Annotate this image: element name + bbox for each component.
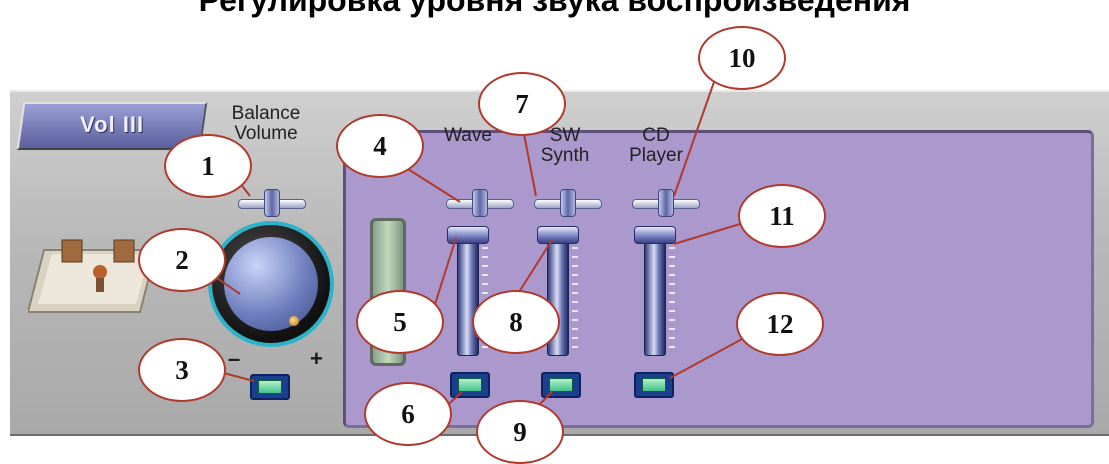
channel-label-cd: CD — [642, 125, 670, 146]
app-tab-label: Vol III — [80, 112, 145, 137]
channel-label-player: Player — [629, 145, 683, 166]
mute-led — [458, 378, 482, 392]
callout-1: 1 — [164, 134, 252, 198]
wave-volume-slider[interactable] — [457, 232, 479, 356]
synth-mute-button[interactable] — [541, 372, 581, 398]
slider-ticks — [572, 238, 578, 348]
volume-label: Volume — [234, 123, 298, 144]
callout-3: 3 — [138, 338, 226, 402]
stage-image-icon — [26, 232, 160, 316]
synth-balance-slider[interactable] — [534, 189, 602, 217]
cd-volume-slider[interactable] — [644, 232, 666, 356]
slider-thumb[interactable] — [658, 189, 674, 217]
cd-mute-button[interactable] — [634, 372, 674, 398]
slider-thumb[interactable] — [560, 189, 576, 217]
balance-label: Balance — [231, 103, 301, 124]
knob-face — [224, 237, 318, 331]
wave-volume-thumb[interactable] — [447, 226, 489, 244]
mute-led — [642, 378, 666, 392]
callout-9: 9 — [476, 400, 564, 464]
plus-label: + — [310, 346, 323, 371]
callout-12: 12 — [736, 292, 824, 356]
callout-4: 4 — [336, 114, 424, 178]
synth-volume-thumb[interactable] — [537, 226, 579, 244]
wave-balance-slider[interactable] — [446, 189, 514, 217]
slider-thumb[interactable] — [264, 189, 280, 217]
callout-8: 8 — [472, 290, 560, 354]
wave-mute-button[interactable] — [450, 372, 490, 398]
channel-label-wave: Wave — [444, 125, 492, 146]
slider-ticks — [669, 238, 675, 348]
mute-led — [258, 380, 282, 394]
callout-6: 6 — [364, 382, 452, 446]
master-balance-slider[interactable] — [238, 189, 306, 217]
cd-volume-thumb[interactable] — [634, 226, 676, 244]
cd-balance-slider[interactable] — [632, 189, 700, 217]
slider-thumb[interactable] — [472, 189, 488, 217]
callout-11: 11 — [738, 184, 826, 248]
knob-indicator — [289, 316, 299, 326]
callout-5: 5 — [356, 290, 444, 354]
minus-label: – — [228, 346, 241, 371]
mute-led — [549, 378, 573, 392]
callout-2: 2 — [138, 228, 226, 292]
master-mute-button[interactable] — [250, 374, 290, 400]
channel-label-synth: Synth — [540, 145, 590, 166]
page-title: Регулировка уровня звука воспроизведения — [198, 0, 911, 18]
callout-10: 10 — [698, 26, 786, 90]
callout-7: 7 — [478, 72, 566, 136]
